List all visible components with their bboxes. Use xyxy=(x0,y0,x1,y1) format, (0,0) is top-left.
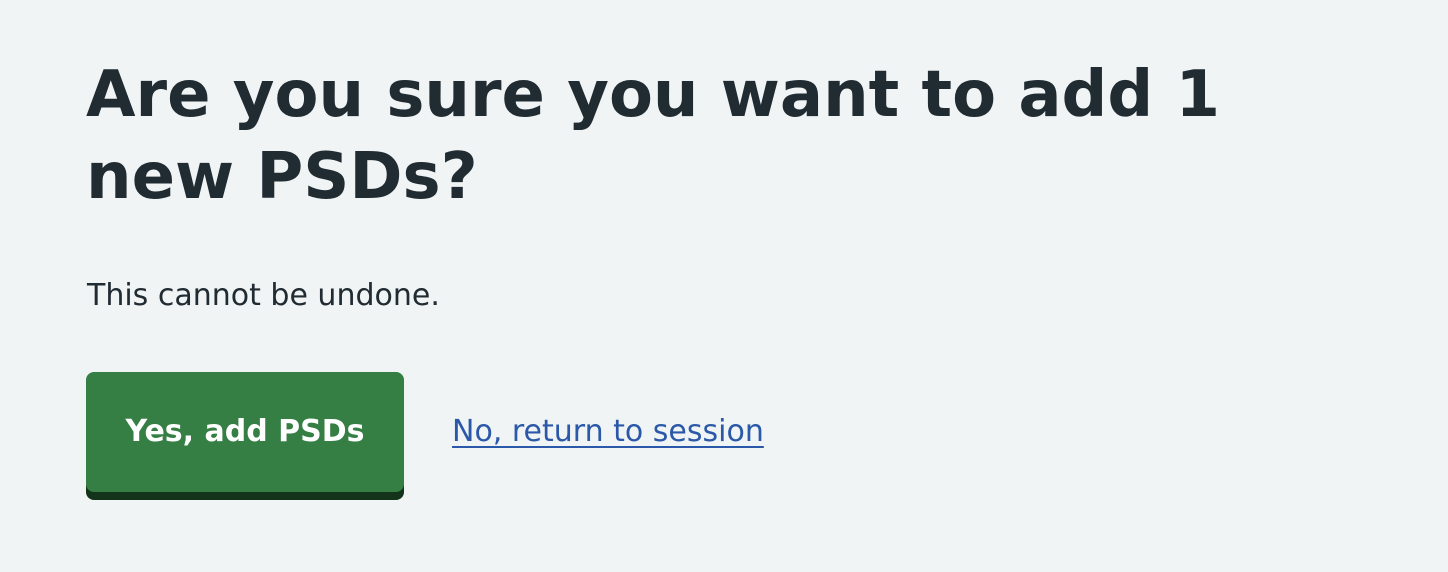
return-to-session-link[interactable]: No, return to session xyxy=(452,412,764,452)
confirm-add-psds-button[interactable]: Yes, add PSDs xyxy=(86,372,404,492)
action-group: Yes, add PSDs No, return to session xyxy=(86,372,764,492)
warning-text: This cannot be undone. xyxy=(87,278,440,313)
confirmation-page: Are you sure you want to add 1 new PSDs?… xyxy=(0,0,1448,572)
page-title: Are you sure you want to add 1 new PSDs? xyxy=(86,58,1220,214)
